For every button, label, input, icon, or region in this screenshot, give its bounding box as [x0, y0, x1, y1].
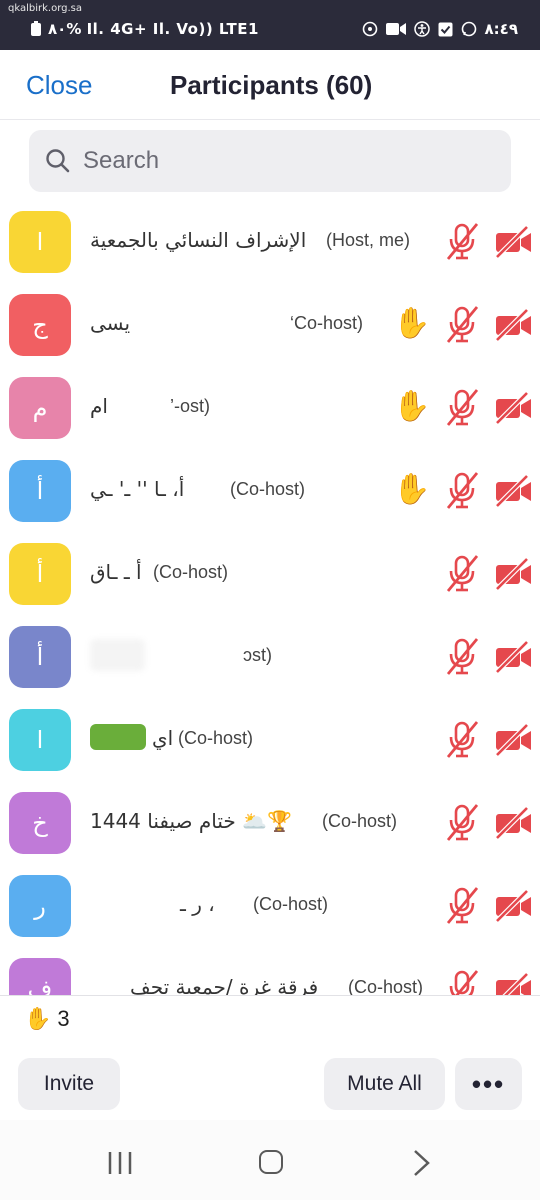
location-icon [362, 21, 377, 37]
mute-all-button[interactable]: Mute All [324, 1058, 445, 1110]
video-off-icon[interactable] [494, 972, 532, 995]
search-bar[interactable] [29, 130, 511, 192]
recent-apps-icon[interactable] [107, 1150, 133, 1181]
video-off-icon[interactable] [494, 225, 532, 263]
avatar: أ [9, 626, 71, 688]
avatar: ا [9, 709, 71, 771]
avatar: خ [9, 792, 71, 854]
back-icon[interactable] [412, 1148, 432, 1183]
mic-muted-icon[interactable] [444, 554, 480, 599]
participant-row[interactable]: ر ر ـ ، (Co-host) [0, 864, 540, 947]
participant-name: فرقة غرة /جمعية تحف [130, 975, 319, 995]
checkbox-icon [438, 22, 453, 36]
participant-row[interactable]: ج يسى ‘Co-host) ✋ [0, 283, 540, 366]
watermark-text: qkalbirk.org.sa [8, 3, 82, 14]
participant-row[interactable]: م ام ’-ost) ✋ [0, 366, 540, 449]
search-icon [46, 149, 70, 173]
mic-muted-icon[interactable] [444, 471, 480, 516]
search-input[interactable] [83, 147, 463, 175]
mic-muted-icon[interactable] [444, 969, 480, 995]
participant-role: ɔst) [243, 645, 272, 665]
participant-name: أ، ـا '' ـ' ـي [90, 477, 185, 501]
participant-row[interactable]: ف فرقة غرة /جمعية تحف (Co-host) [0, 947, 540, 995]
participant-name: ر ـ ، [180, 892, 215, 916]
video-call-icon [385, 23, 406, 35]
participant-role: (Co-host) [230, 479, 306, 499]
participant-role: ‘Co-host) [290, 313, 364, 333]
battery-icon [31, 21, 41, 36]
raised-hand-icon: ✋ [393, 390, 431, 423]
status-left: ٨٠% Il. 4G+ Il. Vo)) LTE1 [30, 20, 259, 38]
green-emoji-blob [90, 724, 146, 750]
participant-row[interactable]: ا اي (Co-host) [0, 698, 540, 781]
more-options-button[interactable]: ••• [455, 1058, 522, 1110]
invite-button[interactable]: Invite [18, 1058, 120, 1110]
video-off-icon[interactable] [494, 391, 532, 429]
raised-hand-icon: ✋ [393, 307, 431, 340]
participant-role: (Co-host) [178, 728, 254, 748]
mic-muted-icon[interactable] [444, 803, 480, 848]
avatar: م [9, 377, 71, 439]
participant-list: ا الإشراف النسائي بالجمعية (Host, me) ج … [0, 200, 540, 995]
network-status-text: ٨٠% Il. 4G+ Il. Vo)) LTE1 [48, 20, 259, 38]
bottom-toolbar: ✋ 3 Invite Mute All ••• [0, 995, 540, 1120]
participant-row[interactable]: ا الإشراف النسائي بالجمعية (Host, me) [0, 200, 540, 283]
avatar: أ [9, 460, 71, 522]
raised-hand-icon: ✋ [24, 1006, 52, 1031]
participant-role: (Co-host) [322, 811, 398, 831]
mic-muted-icon[interactable] [444, 886, 480, 931]
participant-name: اي [152, 726, 174, 750]
video-off-icon[interactable] [494, 474, 532, 512]
avatar: ف [9, 958, 71, 995]
raised-hand-icon: ✋ [393, 473, 431, 506]
clock-text: ٨:٤٩ [484, 20, 518, 38]
participant-role: ’-ost) [170, 396, 210, 416]
avatar: ا [9, 211, 71, 273]
avatar: أ [9, 543, 71, 605]
home-icon[interactable] [259, 1150, 283, 1174]
avatar: ر [9, 875, 71, 937]
participant-name: أ ـ ـاق [90, 560, 142, 584]
accessibility-icon [413, 21, 430, 37]
page-title: Participants (60) [170, 70, 373, 100]
participant-row[interactable]: خ ختام صيفنا 1444 🌥️🏆 (Co-host) [0, 781, 540, 864]
participant-role: (Co-host) [153, 562, 229, 582]
participant-role: (Host, me) [326, 230, 411, 250]
participant-name: الإشراف النسائي بالجمعية [90, 228, 307, 252]
participant-role: (Co-host) [253, 894, 329, 914]
whatsapp-icon [461, 21, 476, 37]
raised-hands-summary: ✋ 3 [24, 1006, 70, 1032]
mic-muted-icon[interactable] [444, 388, 480, 433]
redacted-name [90, 639, 145, 671]
participant-row[interactable]: أ أ ـ ـاق (Co-host) [0, 532, 540, 615]
video-off-icon[interactable] [494, 806, 532, 844]
video-off-icon[interactable] [494, 308, 532, 346]
status-icons [362, 21, 477, 37]
avatar: ج [9, 294, 71, 356]
participant-name: ختام صيفنا 1444 🌥️🏆 [90, 809, 292, 833]
participant-name: ام [90, 394, 108, 418]
participant-name: يسى [90, 311, 131, 335]
mic-muted-icon[interactable] [444, 637, 480, 682]
mic-muted-icon[interactable] [444, 720, 480, 765]
status-right: ٨:٤٩ [362, 20, 518, 38]
status-bar: qkalbirk.org.sa ٨٠% Il. 4G+ Il. Vo)) LTE… [0, 0, 540, 50]
header: Close Participants (60) [0, 50, 540, 120]
mic-muted-icon[interactable] [444, 222, 480, 267]
participant-row[interactable]: أ أ، ـا '' ـ' ـي (Co-host) ✋ [0, 449, 540, 532]
system-nav-bar [0, 1120, 540, 1200]
mic-muted-icon[interactable] [444, 305, 480, 350]
video-off-icon[interactable] [494, 723, 532, 761]
raised-hands-count: 3 [57, 1006, 70, 1031]
video-off-icon[interactable] [494, 889, 532, 927]
close-button[interactable]: Close [26, 70, 92, 101]
participant-row[interactable]: أ ɔst) [0, 615, 540, 698]
video-off-icon[interactable] [494, 557, 532, 595]
participant-role: (Co-host) [348, 977, 424, 995]
video-off-icon[interactable] [494, 640, 532, 678]
